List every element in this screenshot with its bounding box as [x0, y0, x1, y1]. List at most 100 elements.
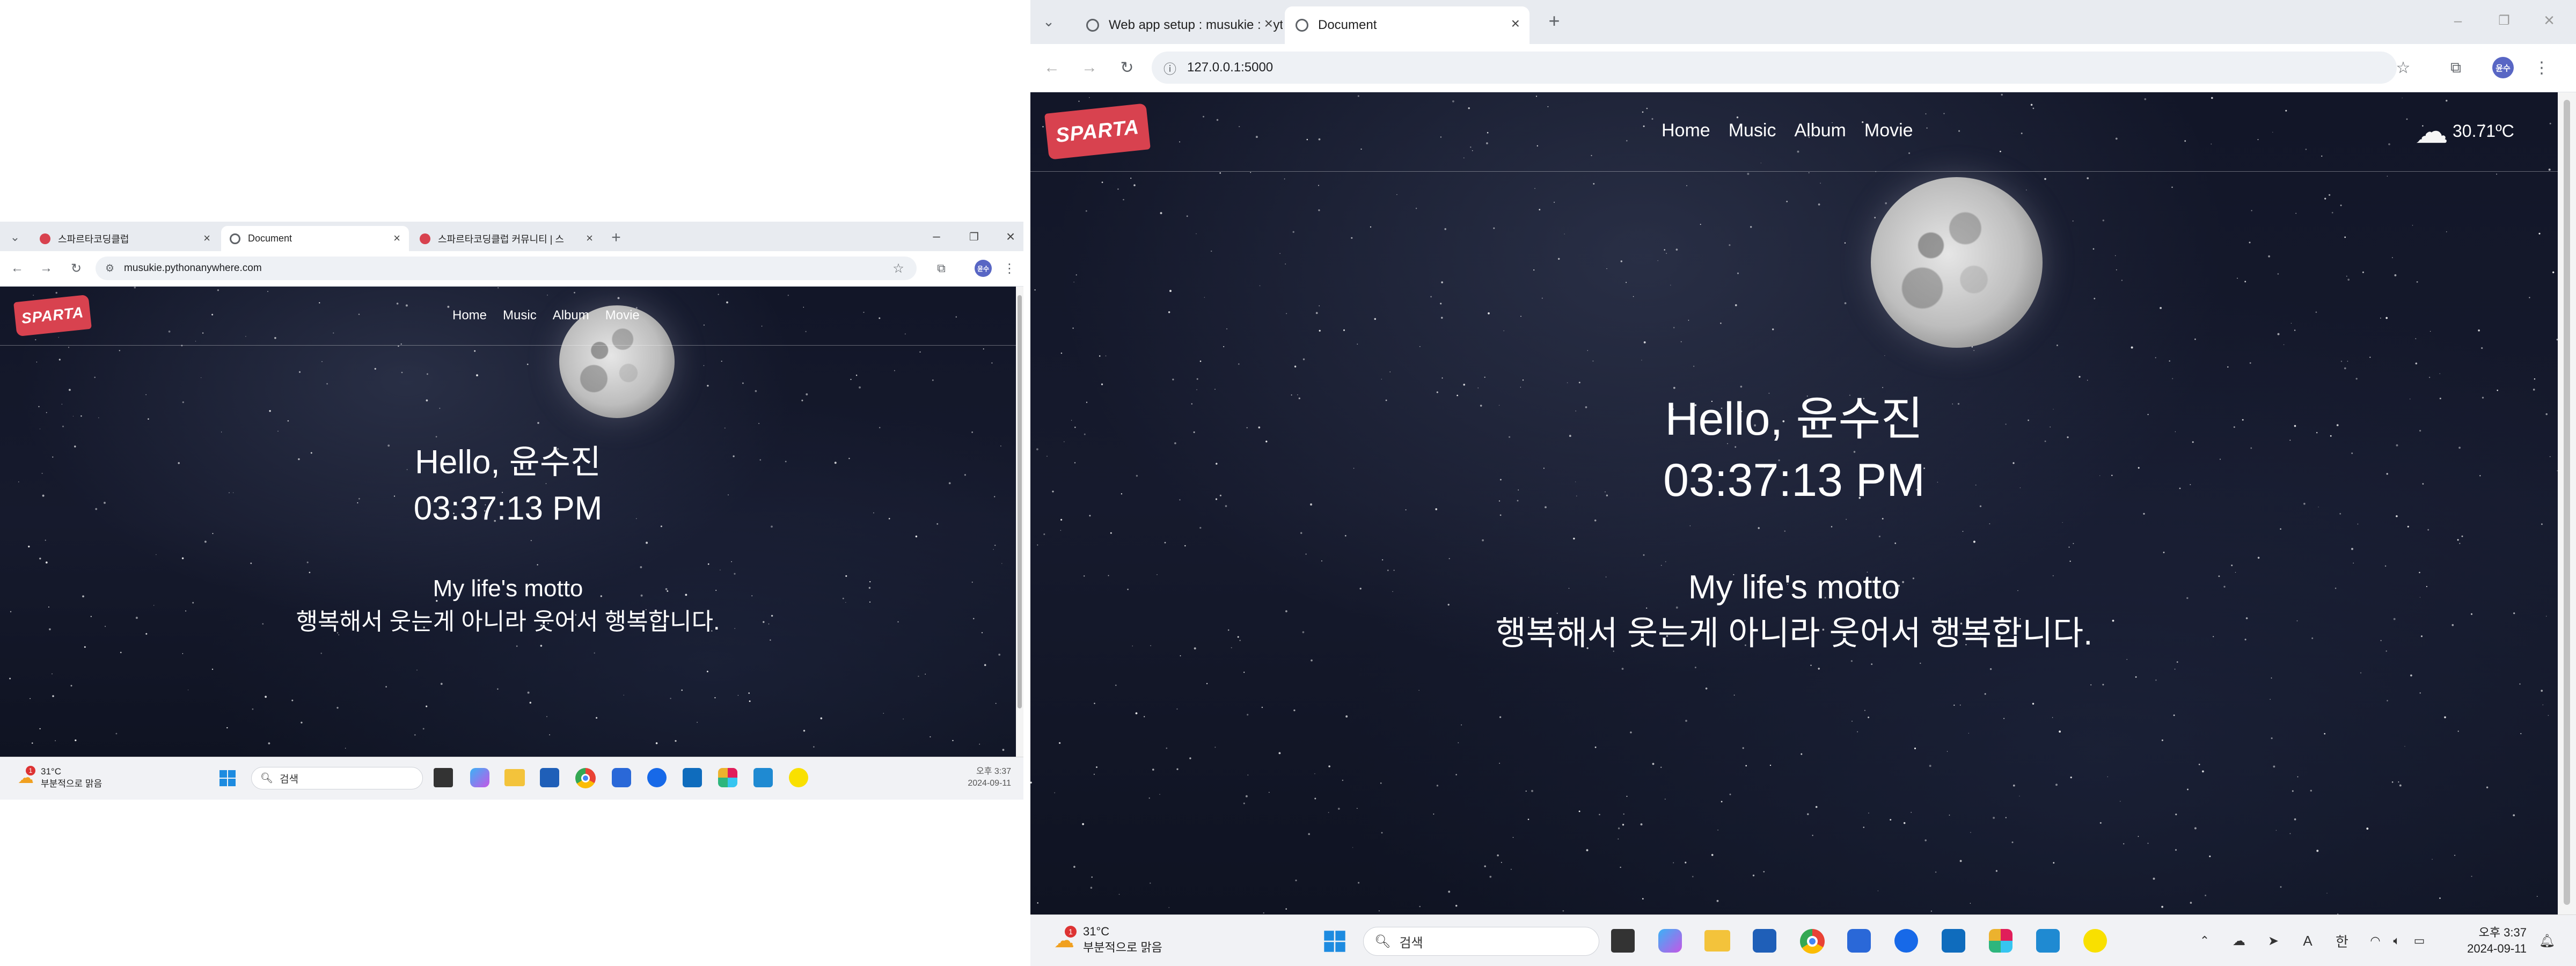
- nav-movie-link[interactable]: Movie: [605, 308, 640, 323]
- tab-search-icon[interactable]: ⌄: [5, 229, 25, 245]
- nav-home-link[interactable]: Home: [452, 308, 487, 323]
- tab-document[interactable]: Document ×: [1285, 6, 1529, 44]
- forward-icon[interactable]: →: [36, 259, 56, 278]
- vscode-icon[interactable]: [2036, 929, 2060, 953]
- back-icon[interactable]: ←: [1040, 56, 1064, 79]
- extensions-icon[interactable]: ⧉: [2444, 56, 2468, 79]
- minimize-icon[interactable]: –: [2442, 9, 2474, 32]
- restore-icon[interactable]: ❐: [2488, 9, 2520, 32]
- close-tab-icon[interactable]: ×: [393, 231, 400, 245]
- task-view-icon[interactable]: [434, 768, 453, 787]
- slack-icon[interactable]: [718, 768, 737, 787]
- nav-album-link[interactable]: Album: [553, 308, 589, 323]
- taskbar-search[interactable]: 🔍︎ 검색: [1363, 927, 1599, 956]
- app-icon[interactable]: [1847, 929, 1871, 953]
- tab-sparta-community[interactable]: 스파르타코딩클럽 커뮤니티 | 스 ×: [411, 226, 602, 251]
- bookmark-star-icon[interactable]: ☆: [889, 259, 908, 278]
- store-icon[interactable]: [1753, 929, 1776, 953]
- scrollbar-thumb[interactable]: [2564, 100, 2570, 905]
- browser-menu-icon[interactable]: ⋮: [2531, 56, 2552, 79]
- close-tab-icon[interactable]: ×: [1511, 15, 1520, 32]
- close-tab-icon[interactable]: ×: [203, 231, 210, 245]
- zoom-icon[interactable]: [1894, 929, 1918, 953]
- start-button[interactable]: [1321, 928, 1348, 955]
- onedrive-icon[interactable]: ☁: [2229, 931, 2249, 950]
- task-view-icon[interactable]: [1611, 929, 1635, 953]
- chrome-icon[interactable]: [1800, 929, 1825, 954]
- site-nav-menu: Home Music Album Movie: [1662, 120, 1913, 141]
- greeting-text: Hello, 윤수진: [415, 444, 601, 481]
- slack-icon[interactable]: [1989, 929, 2012, 953]
- file-explorer-icon[interactable]: [1704, 930, 1730, 952]
- profile-avatar[interactable]: 윤수: [2492, 57, 2514, 78]
- nav-home-link[interactable]: Home: [1662, 120, 1710, 141]
- copilot-icon[interactable]: [470, 768, 489, 787]
- scrollbar-thumb[interactable]: [1018, 295, 1022, 708]
- close-window-icon[interactable]: ×: [997, 227, 1023, 246]
- restore-icon[interactable]: ❐: [961, 227, 987, 246]
- weather-text[interactable]: 31°C 부분적으로 맑음: [41, 766, 102, 791]
- outlook-icon[interactable]: [1942, 929, 1965, 953]
- zoom-icon[interactable]: [647, 768, 667, 787]
- battery-icon[interactable]: ▭: [2411, 931, 2428, 950]
- start-button[interactable]: [217, 767, 238, 789]
- close-window-icon[interactable]: ×: [2533, 9, 2565, 32]
- chrome-icon[interactable]: [575, 768, 596, 788]
- outlook-icon[interactable]: [683, 768, 702, 787]
- reload-icon[interactable]: ↻: [67, 259, 86, 278]
- app-icon[interactable]: [612, 768, 631, 787]
- location-icon[interactable]: ➤: [2264, 931, 2283, 950]
- browser-menu-icon[interactable]: ⋮: [1001, 259, 1018, 278]
- sparta-logo[interactable]: SPARTA: [1044, 103, 1151, 160]
- kakaotalk-icon[interactable]: [789, 768, 808, 787]
- volume-icon[interactable]: 🔈︎: [2388, 931, 2405, 950]
- ime-hangul-icon[interactable]: 한: [2332, 931, 2352, 950]
- reload-icon[interactable]: ↻: [1115, 56, 1139, 79]
- taskbar-clock[interactable]: 오후 3:37 2024-09-11: [2456, 925, 2527, 956]
- back-icon[interactable]: ←: [8, 259, 27, 278]
- kakaotalk-icon[interactable]: [2083, 929, 2107, 953]
- new-tab-icon[interactable]: +: [1542, 10, 1566, 32]
- clock-text: 03:37:13 PM: [1663, 455, 1925, 506]
- taskbar-clock[interactable]: 오후 3:37 2024-09-11: [945, 766, 1011, 789]
- vertical-scrollbar[interactable]: [1016, 287, 1023, 757]
- store-icon[interactable]: [540, 768, 559, 787]
- clock-time: 오후 3:37: [976, 767, 1011, 776]
- forward-icon[interactable]: →: [1078, 56, 1101, 79]
- vertical-scrollbar[interactable]: [2558, 92, 2576, 914]
- nav-movie-link[interactable]: Movie: [1864, 120, 1913, 141]
- sparta-logo[interactable]: SPARTA: [13, 294, 92, 337]
- address-bar[interactable]: ⚙ musukie.pythonanywhere.com: [96, 257, 917, 280]
- tab-search-icon[interactable]: ⌄: [1038, 12, 1059, 31]
- close-tab-icon[interactable]: ×: [586, 231, 593, 245]
- weather-widget-icon[interactable]: ☁ 1: [1051, 926, 1078, 954]
- weather-widget-icon[interactable]: ☁ 1: [15, 766, 36, 788]
- tab-web-app-setup[interactable]: Web app setup : musukie : Pyt ×: [1075, 6, 1283, 44]
- copilot-icon[interactable]: [1658, 929, 1682, 953]
- tab-sparta[interactable]: 스파르타코딩클럽 ×: [31, 226, 219, 251]
- extensions-icon[interactable]: ⧉: [932, 259, 951, 278]
- cloud-icon: ☁: [2415, 113, 2448, 150]
- profile-avatar[interactable]: 윤수: [975, 260, 992, 277]
- close-tab-icon[interactable]: ×: [1261, 15, 1273, 32]
- weather-text[interactable]: 31°C 부분적으로 맑음: [1083, 924, 1162, 955]
- wifi-icon[interactable]: ◠: [2367, 931, 2384, 950]
- vscode-icon[interactable]: [753, 768, 773, 787]
- minimize-icon[interactable]: –: [923, 227, 950, 246]
- address-bar[interactable]: ⓘ 127.0.0.1:5000: [1152, 52, 2397, 84]
- nav-album-link[interactable]: Album: [1795, 120, 1846, 141]
- nav-music-link[interactable]: Music: [1729, 120, 1776, 141]
- nav-music-link[interactable]: Music: [503, 308, 537, 323]
- taskbar-search[interactable]: 🔍︎ 검색: [251, 767, 423, 789]
- globe-favicon-icon: [230, 233, 240, 244]
- bookmark-star-icon[interactable]: ☆: [2391, 56, 2415, 79]
- site-info-icon[interactable]: ⓘ: [1163, 58, 1176, 77]
- new-tab-icon[interactable]: +: [605, 228, 627, 247]
- site-info-icon[interactable]: ⚙: [105, 262, 114, 275]
- file-explorer-icon[interactable]: [504, 769, 525, 786]
- tray-chevron-icon[interactable]: ⌃: [2196, 931, 2213, 950]
- windows-logo-icon: [219, 770, 236, 786]
- notification-bell-icon[interactable]: 🔔︎: [2537, 931, 2557, 950]
- font-a-icon[interactable]: A: [2298, 931, 2317, 950]
- tab-document[interactable]: Document ×: [221, 226, 409, 251]
